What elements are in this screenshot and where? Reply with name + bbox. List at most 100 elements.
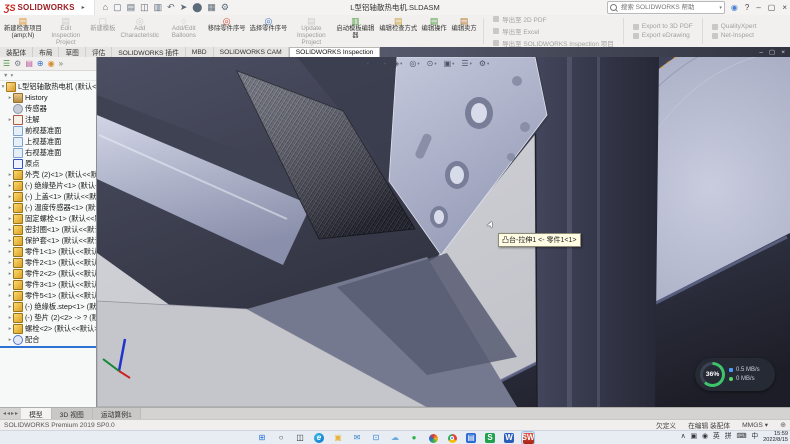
chevron-down-icon[interactable]: ▾	[470, 62, 472, 67]
child-restore-button[interactable]: ▢	[769, 48, 775, 56]
taskbar-icon[interactable]: ⊞	[256, 432, 268, 444]
3d-viewport[interactable]: ⊡ ▾ ⊟ ▾ ◈ ▾ ◎ ▾	[97, 57, 790, 407]
tree-item[interactable]: ▸ 零件1<1> (默认<<默认>_显示状态	[0, 246, 96, 257]
command-tab[interactable]: MBD	[186, 47, 214, 57]
view-tool-icon[interactable]: ⊟ ▾	[376, 60, 386, 68]
tree-item[interactable]: ▸ 零件3<1> (默认<<默认>_显示状态	[0, 279, 96, 290]
command-tab[interactable]: 草图	[59, 47, 85, 57]
export-menu-item[interactable]: 导出至 2D PDF	[493, 15, 614, 24]
tab-scroll-arrow-icon[interactable]: ◂	[7, 410, 10, 417]
chevron-down-icon[interactable]: ▾	[384, 62, 386, 67]
panel-tab-icon[interactable]: ☰	[3, 60, 10, 68]
tree-item[interactable]: 原点	[0, 158, 96, 169]
tab-scroll-arrow-icon[interactable]: ▸	[15, 410, 18, 417]
view-tool-icon[interactable]: ⚙ ▾	[479, 60, 489, 68]
view-tool-icon[interactable]: ⊙ ▾	[427, 60, 437, 68]
taskbar-icon[interactable]	[446, 432, 458, 444]
tree-item[interactable]: ▸ (-) 上盖<1> (默认<<默认>_显示状	[0, 191, 96, 202]
quick-access-icon[interactable]: ▤	[127, 3, 136, 12]
export-menu-item[interactable]: Export to 3D PDF	[633, 23, 693, 30]
quick-access-icon[interactable]: ⬤	[192, 3, 202, 12]
view-tool-icon[interactable]: ⊡ ▾	[359, 60, 369, 68]
view-tool-icon[interactable]: ☰ ▾	[461, 60, 471, 68]
menu-expand-icon[interactable]: ▸	[77, 4, 90, 11]
ribbon-button[interactable]: ▤ 编辑操作	[419, 15, 449, 47]
tree-item[interactable]: ▸ 注解	[0, 114, 96, 125]
taskbar-icon[interactable]: ▤	[465, 432, 477, 444]
command-tab[interactable]: SOLIDWORKS Inspection	[289, 47, 381, 57]
command-tab[interactable]: 评估	[86, 47, 112, 57]
command-tab[interactable]: SOLIDWORKS 插件	[112, 47, 186, 57]
help-button[interactable]: ?	[745, 3, 749, 12]
taskbar-icon[interactable]	[427, 432, 439, 444]
performance-overlay[interactable]: 36% 0.5 MB/s 0 MB/s	[695, 358, 775, 391]
tray-icon[interactable]: 拼	[725, 434, 732, 441]
command-tab[interactable]: 装配体	[0, 47, 33, 57]
tree-item[interactable]: 前视基准面	[0, 125, 96, 136]
globe-icon[interactable]: ⊕	[780, 421, 786, 429]
export-menu-item[interactable]: 导出至 SOLIDWORKS Inspection 项目	[493, 38, 614, 47]
tab-scroll-arrow-icon[interactable]: ◂	[3, 410, 6, 417]
quick-access-icon[interactable]: ◫	[140, 3, 149, 12]
ribbon-button[interactable]: ◎ Add Characteristic	[118, 15, 162, 47]
tree-item[interactable]: ▸ 零件5<1> (默认<<默认>_显示状态	[0, 290, 96, 301]
chevron-down-icon[interactable]: ▾	[417, 62, 419, 67]
tree-item[interactable]: ▸ 螺栓<2> (默认<<默认>_显示状态	[0, 323, 96, 334]
panel-tab-icon[interactable]: ◉	[48, 60, 55, 68]
taskbar-icon[interactable]: ⊡	[370, 432, 382, 444]
tray-icon[interactable]: 中	[751, 434, 758, 441]
tree-item[interactable]: ▸ (-) 绝缘垫片<1> (默认<<默认>_显	[0, 180, 96, 191]
taskbar-icon[interactable]: SW	[522, 432, 534, 444]
document-tab[interactable]: 模型	[21, 408, 52, 419]
tray-icon[interactable]: ◉	[702, 434, 708, 441]
export-menu-item[interactable]: 导出至 Excel	[493, 26, 614, 36]
tray-icon[interactable]: ⌨	[737, 434, 747, 441]
tree-item[interactable]: ▸ 配合	[0, 334, 96, 345]
restore-button[interactable]: ▢	[768, 3, 776, 12]
taskbar-clock[interactable]: 15:59 2022/8/15	[763, 431, 788, 444]
help-search-box[interactable]: ▾	[607, 1, 725, 14]
ribbon-button[interactable]: ▤ 编辑检查方式	[377, 15, 419, 47]
ribbon-button[interactable]: ○ Add/Edit Balloons	[162, 15, 206, 47]
child-minimize-button[interactable]: –	[759, 49, 763, 56]
chevron-down-icon[interactable]: ▾	[452, 62, 454, 67]
tree-root-item[interactable]: ▾ L型铝轴散热电机 (默认<默认>_显示状态-1	[0, 81, 96, 92]
export-menu-item[interactable]: QualityXpert	[712, 23, 757, 30]
tree-item[interactable]: ▸ 外壳 (2)<1> (默认<<默认>_显示状	[0, 169, 96, 180]
quick-access-icon[interactable]: ➤	[180, 3, 188, 12]
panel-tab-icon[interactable]: »	[59, 60, 63, 68]
minimize-button[interactable]: –	[756, 3, 760, 12]
taskbar-icon[interactable]: ◫	[294, 432, 306, 444]
tab-scroll-arrow-icon[interactable]: ▸	[11, 410, 14, 417]
panel-tab-icon[interactable]: ⚙	[14, 60, 21, 68]
filter-funnel-icon[interactable]: ▼	[3, 73, 8, 79]
panel-tab-icon[interactable]: ▤	[25, 60, 33, 68]
close-button[interactable]: ×	[782, 3, 787, 12]
tray-icon[interactable]: ▣	[691, 434, 697, 441]
ribbon-button[interactable]: ▤ 新建检查项目 (amp;N)	[2, 15, 44, 47]
child-close-button[interactable]: ×	[781, 49, 785, 56]
chevron-down-icon[interactable]: ▾	[487, 62, 489, 67]
ribbon-button[interactable]: ▤ Edit Inspection Project	[44, 15, 88, 47]
quick-access-icon[interactable]: ⚙	[221, 3, 229, 12]
quick-access-icon[interactable]: ↶	[167, 3, 175, 12]
command-tab[interactable]: SOLIDWORKS CAM	[214, 47, 289, 57]
chevron-down-icon[interactable]: ▾	[400, 62, 402, 67]
quick-access-icon[interactable]: ⌂	[103, 3, 108, 12]
tree-item[interactable]: ▸ (-) 垫片 (2)<2> -> ? (默认<<默认>	[0, 312, 96, 323]
tree-item[interactable]: 上视基准面	[0, 136, 96, 147]
taskbar-icon[interactable]: S	[484, 432, 496, 444]
search-input[interactable]	[619, 3, 717, 12]
quick-access-icon[interactable]: ▢	[113, 3, 122, 12]
filter-caret-icon[interactable]: ▾	[10, 73, 13, 79]
tree-item[interactable]: ▸ (-) 绝缘板.step<1> (默认<<默认>	[0, 301, 96, 312]
export-menu-item[interactable]: Net-Inspect	[712, 32, 757, 39]
search-dropdown-icon[interactable]: ▾	[719, 5, 722, 11]
view-tool-icon[interactable]: ◈ ▾	[393, 60, 402, 68]
tree-filter-row[interactable]: ▼ ▾	[0, 71, 96, 81]
view-tool-icon[interactable]: ▣ ▾	[444, 60, 455, 68]
taskbar-icon[interactable]: e	[313, 432, 325, 444]
chevron-down-icon[interactable]: ▾	[434, 62, 436, 67]
tree-item[interactable]: 右视基准面	[0, 147, 96, 158]
ribbon-button[interactable]: ◎ 移除零件序号	[206, 15, 248, 47]
